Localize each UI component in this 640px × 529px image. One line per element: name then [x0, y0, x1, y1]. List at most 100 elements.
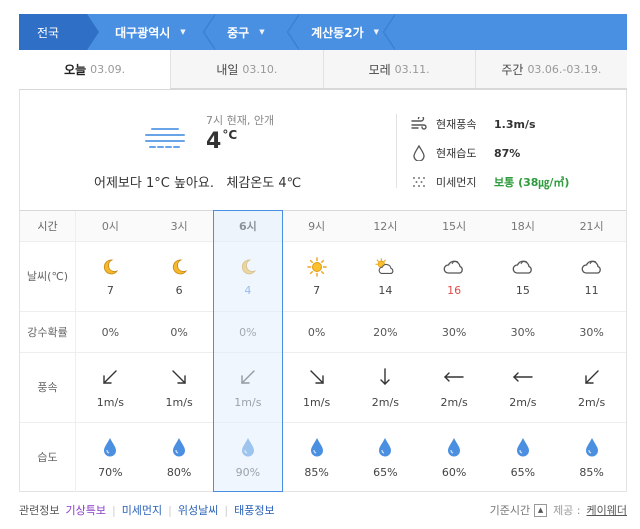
current-humidity: 현재습도 87%	[410, 145, 520, 161]
time-cell[interactable]: 9시	[282, 211, 351, 241]
humidity-value: 85%	[304, 466, 329, 479]
provider-prefix: 제공 :	[553, 504, 581, 517]
humidity-cell: 80%	[145, 423, 214, 492]
droplet-icon	[410, 145, 428, 161]
temp-value: 14	[378, 284, 393, 297]
temp-value: 15	[515, 284, 530, 297]
humidity-value: 65%	[373, 466, 398, 479]
wind-cell: 1m/s	[76, 353, 145, 422]
time-cell[interactable]: 21시	[557, 211, 626, 241]
tab-weekly[interactable]: 주간 03.06.-03.19.	[474, 50, 627, 89]
day-tabs: 오늘 03.09. 내일 03.10. 모레 03.11. 주간 03.06.-…	[19, 50, 627, 90]
provider-link[interactable]: 케이웨더	[587, 502, 627, 518]
tab-date: 03.09.	[90, 62, 126, 76]
time-cell[interactable]: 15시	[420, 211, 489, 241]
temp-value: 7	[313, 284, 321, 297]
humidity-cell: 85%	[557, 423, 626, 492]
wind-header: 풍속	[20, 353, 76, 422]
current-compare: 어제보다 1°C 높아요. 체감온도 4℃	[94, 172, 301, 191]
tab-day-after[interactable]: 모레 03.11.	[322, 50, 475, 89]
related-label: 관련정보	[19, 504, 60, 517]
humidity-value: 85%	[579, 466, 604, 479]
wind-speed: 1m/s	[96, 396, 124, 409]
rain-cell: 0%	[170, 325, 188, 339]
wind-cell: 1m/s	[214, 353, 283, 422]
chevron-down-icon: ▼	[180, 28, 186, 36]
wind-row: 풍속 1m/s 1m/s 1m/s 1m/s 2m/s 2m/s 2m/s 2m…	[20, 353, 626, 423]
humidity-row: 습도 70% 80% 90% 85% 65% 60% 65% 85%	[20, 423, 626, 492]
humidity-value: 80%	[166, 466, 192, 479]
rain-cell: 20%	[373, 325, 398, 339]
feels-like-text: 체감온도 4℃	[226, 176, 302, 191]
time-row: 시간 0시 3시 6시 9시 12시 15시 18시 21시	[20, 211, 626, 242]
dust-label: 미세먼지	[436, 176, 477, 189]
cloud-icon	[512, 256, 534, 278]
chevron-down-icon: ▼	[373, 28, 379, 36]
tab-today[interactable]: 오늘 03.09.	[19, 50, 171, 89]
temp-value: 4	[244, 284, 252, 297]
link-typhoon[interactable]: 태풍정보	[234, 502, 274, 518]
breadcrumb-item-city[interactable]: 대구광역시 ▼	[87, 14, 216, 50]
temp-value: 16	[447, 284, 462, 297]
wind-cell: 2m/s	[420, 353, 489, 422]
tab-label: 내일	[216, 62, 239, 77]
humidity-value: 90%	[235, 466, 261, 479]
time-cell-selected[interactable]: 6시	[214, 211, 283, 241]
tab-label: 모레	[368, 62, 391, 77]
weather-header-line2: (℃)	[47, 270, 69, 283]
chevron-up-icon[interactable]: ▲	[534, 503, 548, 517]
wind-cell: 1m/s	[145, 353, 214, 422]
arrow-down-left-icon	[581, 366, 603, 388]
breadcrumb: 전국 대구광역시 ▼ 중구 ▼ 계산동2가 ▼	[19, 14, 627, 50]
rain-cell: 0%	[101, 325, 120, 339]
humidity-cell: 70%	[76, 423, 145, 492]
current-temperature: 4°C	[206, 128, 237, 154]
link-fine-dust[interactable]: 미세먼지	[122, 502, 162, 518]
base-time-label: 기준시간	[489, 504, 531, 517]
breadcrumb-label: 중구	[227, 25, 250, 40]
wind-cell: 2m/s	[489, 353, 558, 422]
footer-right: 기준시간 ▲ 제공 : 케이웨더	[490, 502, 627, 518]
arrow-down-left-icon	[237, 366, 259, 388]
humidity-cell: 60%	[420, 423, 489, 492]
droplet-icon	[306, 436, 328, 458]
time-cell[interactable]: 3시	[145, 211, 214, 241]
weather-cell: 15	[489, 242, 558, 311]
weather-header: 날씨 (℃)	[20, 242, 76, 311]
tab-date: 03.11.	[394, 62, 430, 76]
arrow-down-left-icon	[99, 366, 121, 388]
temp-value: 7	[106, 284, 114, 297]
current-dust: 미세먼지 보통 (38㎍/㎥)	[410, 174, 569, 190]
link-satellite[interactable]: 위성날씨	[178, 502, 218, 518]
weather-cell: 6	[145, 242, 214, 311]
droplet-icon	[168, 436, 190, 458]
tab-label: 오늘	[64, 62, 87, 77]
rain-cell: 30%	[441, 325, 467, 339]
droplet-icon	[512, 436, 534, 458]
time-cell[interactable]: 0시	[76, 211, 145, 241]
link-weather-warning[interactable]: 기상특보	[65, 502, 105, 518]
humidity-value: 60%	[441, 466, 467, 479]
breadcrumb-item-district[interactable]: 중구 ▼	[209, 14, 300, 50]
time-cell[interactable]: 12시	[351, 211, 420, 241]
current-temp-unit: °C	[222, 128, 238, 142]
cloud-icon	[581, 256, 603, 278]
droplet-icon	[237, 436, 259, 458]
breadcrumb-item-dong[interactable]: 계산동2가 ▼	[293, 14, 396, 50]
cloud-icon	[443, 256, 465, 278]
humidity-cell: 85%	[282, 423, 351, 492]
footer: 관련정보 기상특보 | 미세먼지 | 위성날씨 | 태풍정보 기준시간 ▲ 제공…	[19, 501, 627, 519]
moon-icon	[99, 256, 121, 278]
humidity-value: 87%	[494, 146, 521, 160]
sun-icon	[306, 256, 328, 278]
breadcrumb-item-country[interactable]: 전국	[19, 14, 100, 50]
temp-value: 11	[584, 284, 599, 297]
breadcrumb-label: 대구광역시	[115, 25, 171, 40]
arrow-left-icon	[443, 366, 465, 388]
separator: |	[224, 503, 229, 517]
time-cell[interactable]: 18시	[489, 211, 558, 241]
dust-icon	[410, 174, 428, 190]
humidity-value: 65%	[510, 466, 536, 479]
humidity-cell: 90%	[214, 423, 283, 492]
tab-tomorrow[interactable]: 내일 03.10.	[170, 50, 323, 89]
